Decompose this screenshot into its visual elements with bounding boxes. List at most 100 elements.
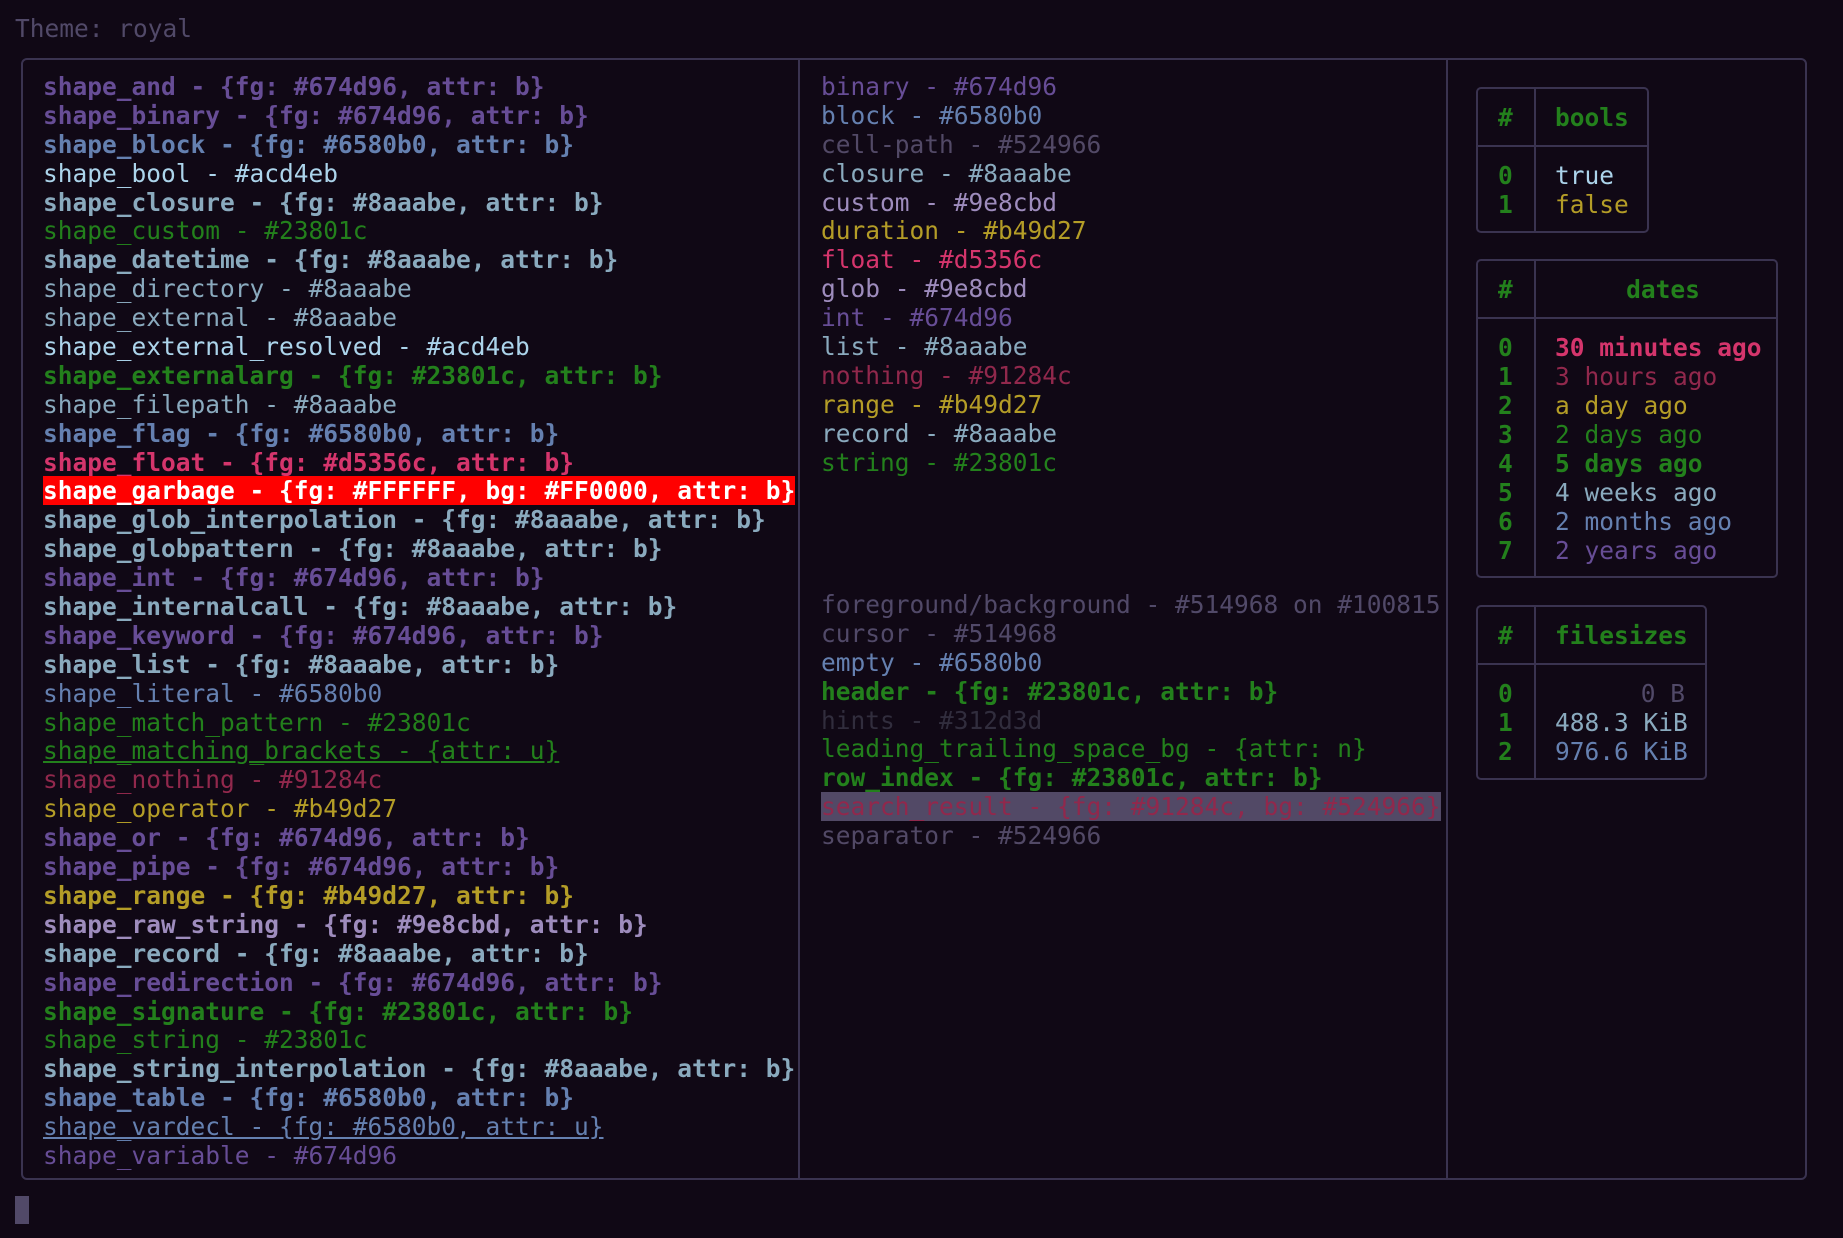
type-entry: nothing - #91284c (821, 360, 1431, 391)
shape-entry-text: shape_bool - #acd4eb (43, 158, 339, 188)
dates-row: 1 3 hours ago (1478, 362, 1776, 391)
dates-value: 3 hours ago (1555, 362, 1718, 391)
type-entry-text: nothing - #91284c (821, 360, 1072, 390)
ui-entry: leading_trailing_space_bg - {attr: n} (821, 735, 1431, 764)
shape-entry-text: shape_string - #23801c (43, 1025, 368, 1055)
type-entry: list - #8aaabe (821, 332, 1431, 362)
bools-row: 1 false (1478, 190, 1647, 219)
shape-entry-text: shape_vardecl - {fg: #6580b0, attr: u} (43, 1112, 604, 1142)
shape-entry: shape_internalcall - {fg: #8aaabe, attr:… (43, 592, 783, 622)
dates-row-index: 1 (1498, 362, 1513, 391)
shape-entry-text: shape_match_pattern - #23801c (43, 707, 471, 737)
dates-row-index: 4 (1498, 449, 1513, 478)
shape-entry-text: shape_glob_interpolation - {fg: #8aaabe,… (43, 505, 766, 535)
shape-entry-text: shape_matching_brackets - {attr: u} (43, 736, 560, 766)
shape-entry: shape_raw_string - {fg: #9e8cbd, attr: b… (43, 910, 783, 940)
terminal-cursor (15, 1196, 29, 1224)
ui-entry: cursor - #514968 (821, 619, 1431, 649)
ui-entry: empty - #6580b0 (821, 647, 1431, 678)
shape-entry: shape_vardecl - {fg: #6580b0, attr: u} (43, 1112, 783, 1142)
shape-entry: shape_block - {fg: #6580b0, attr: b} (43, 129, 783, 160)
ui-entry: foreground/background - #514968 on #1008… (821, 590, 1441, 620)
shape-entry-text: shape_external_resolved - #acd4eb (43, 332, 530, 362)
ui-entry-text: separator - #524966 (821, 821, 1102, 851)
dates-row-index: 7 (1498, 536, 1513, 565)
shape-entry: shape_binary - {fg: #674d96, attr: b} (43, 100, 783, 131)
shape-entry: shape_and - {fg: #674d96, attr: b} (43, 72, 783, 102)
shape-entry: shape_table - {fg: #6580b0, attr: b} (43, 1083, 783, 1113)
ui-entry: hints - #312d3d (821, 706, 1431, 736)
dates-row-index: 0 (1498, 333, 1513, 362)
dates-row-index: 2 (1498, 391, 1513, 420)
dates-value: 5 days ago (1555, 449, 1703, 478)
type-entry: record - #8aaabe (821, 418, 1431, 449)
shape-entry: shape_range - {fg: #b49d27, attr: b} (43, 881, 783, 911)
shape-color-list: shape_and - {fg: #674d96, attr: b} shape_… (43, 72, 796, 1171)
type-entry: cell-path - #524966 (821, 130, 1431, 160)
ui-entry-text: row_index - {fg: #23801c, attr: b} (821, 763, 1323, 793)
shape-entry: shape_externalarg - {fg: #23801c, attr: … (43, 361, 783, 391)
dates-row: 6 2 months ago (1478, 507, 1776, 536)
dates-value: 4 weeks ago (1555, 478, 1718, 507)
shape-entry-text: shape_float - {fg: #d5356c, attr: b} (43, 447, 575, 477)
shape-entry-text: shape_binary - {fg: #674d96, attr: b} (43, 100, 589, 130)
shape-entry-text: shape_int - {fg: #674d96, attr: b} (43, 563, 545, 593)
dates-rows: 0 30 minutes ago 1 3 hours ago 2 a day ago 3 2 … (1478, 333, 1776, 565)
type-entry-text: duration - #b49d27 (821, 216, 1087, 246)
ui-entry: search_result - {fg: #91284c, bg: #52496… (821, 792, 1441, 822)
shape-entry-text: shape_or - {fg: #674d96, attr: b} (43, 823, 530, 853)
filesizes-header-divider (1478, 663, 1705, 665)
dates-row-index: 5 (1498, 478, 1513, 507)
type-entry: range - #b49d27 (821, 390, 1431, 420)
shape-entry: shape_globpattern - {fg: #8aaabe, attr: … (43, 534, 783, 564)
type-entry-text: string - #23801c (821, 447, 1058, 477)
type-entry-text: int - #674d96 (821, 303, 1013, 333)
shape-entry-text: shape_literal - #6580b0 (43, 678, 383, 708)
shape-entry: shape_keyword - {fg: #674d96, attr: b} (43, 620, 783, 651)
filesizes-row: 2 976.6 KiB (1478, 737, 1705, 766)
shape-entry-text: shape_string_interpolation - {fg: #8aaab… (43, 1054, 796, 1084)
type-entry-text: custom - #9e8cbd (821, 187, 1058, 217)
type-entry: int - #674d96 (821, 303, 1431, 333)
shape-entry: shape_signature - {fg: #23801c, attr: b} (43, 997, 783, 1027)
bools-rows: 0 true 1 false (1478, 161, 1647, 219)
filesizes-row-index: 2 (1498, 737, 1513, 766)
shape-entry: shape_string_interpolation - {fg: #8aaab… (43, 1054, 795, 1084)
ui-entry-text: empty - #6580b0 (821, 647, 1043, 677)
dates-value: 2 years ago (1555, 536, 1718, 565)
bools-row-index: 1 (1498, 190, 1513, 219)
shape-entry: shape_bool - #acd4eb (43, 158, 783, 189)
shape-entry-text: shape_block - {fg: #6580b0, attr: b} (43, 129, 575, 159)
dates-header-divider (1478, 317, 1776, 319)
bools-row: 0 true (1478, 161, 1647, 190)
shape-entry: shape_or - {fg: #674d96, attr: b} (43, 823, 783, 853)
shape-entry: shape_custom - #23801c (43, 217, 783, 246)
type-color-list: binary - #674d96 block - #6580b0 cell-path… (821, 72, 1431, 478)
shape-entry-text: shape_keyword - {fg: #674d96, attr: b} (43, 620, 604, 650)
shape-entry: shape_pipe - {fg: #674d96, attr: b} (43, 852, 783, 882)
shape-entry: shape_literal - #6580b0 (43, 678, 783, 709)
shape-entry-text: shape_directory - #8aaabe (43, 274, 412, 304)
type-entry: glob - #9e8cbd (821, 274, 1431, 304)
type-entry-text: binary - #674d96 (821, 72, 1058, 101)
shape-entry: shape_redirection - {fg: #674d96, attr: … (43, 968, 783, 998)
dates-value: a day ago (1555, 391, 1688, 420)
shape-entry: shape_nothing - #91284c (43, 765, 783, 795)
ui-entry: row_index - {fg: #23801c, attr: b} (821, 763, 1431, 793)
filesizes-value: 488.3 KiB (1555, 708, 1688, 737)
type-entry-text: float - #d5356c (821, 245, 1043, 275)
shape-entry-text: shape_table - {fg: #6580b0, attr: b} (43, 1083, 575, 1113)
shape-entry: shape_list - {fg: #8aaabe, attr: b} (43, 649, 783, 680)
dates-value: 2 months ago (1555, 507, 1733, 536)
type-entry: duration - #b49d27 (821, 217, 1431, 246)
shape-entry-text: shape_list - {fg: #8aaabe, attr: b} (43, 649, 560, 679)
type-entry: string - #23801c (821, 447, 1431, 478)
type-entry-text: record - #8aaabe (821, 418, 1058, 448)
filesizes-rows: 0 0 B 1 488.3 KiB 2 976.6 KiB (1478, 679, 1705, 766)
shape-entry: shape_operator - #b49d27 (43, 794, 783, 824)
filesizes-index-header: # (1498, 621, 1513, 650)
dates-table: # dates 0 30 minutes ago 1 3 hours ago 2 a da… (1476, 259, 1778, 578)
filesizes-row: 1 488.3 KiB (1478, 708, 1705, 737)
shape-entry: shape_float - {fg: #d5356c, attr: b} (43, 447, 783, 478)
dates-row: 4 5 days ago (1478, 449, 1776, 478)
